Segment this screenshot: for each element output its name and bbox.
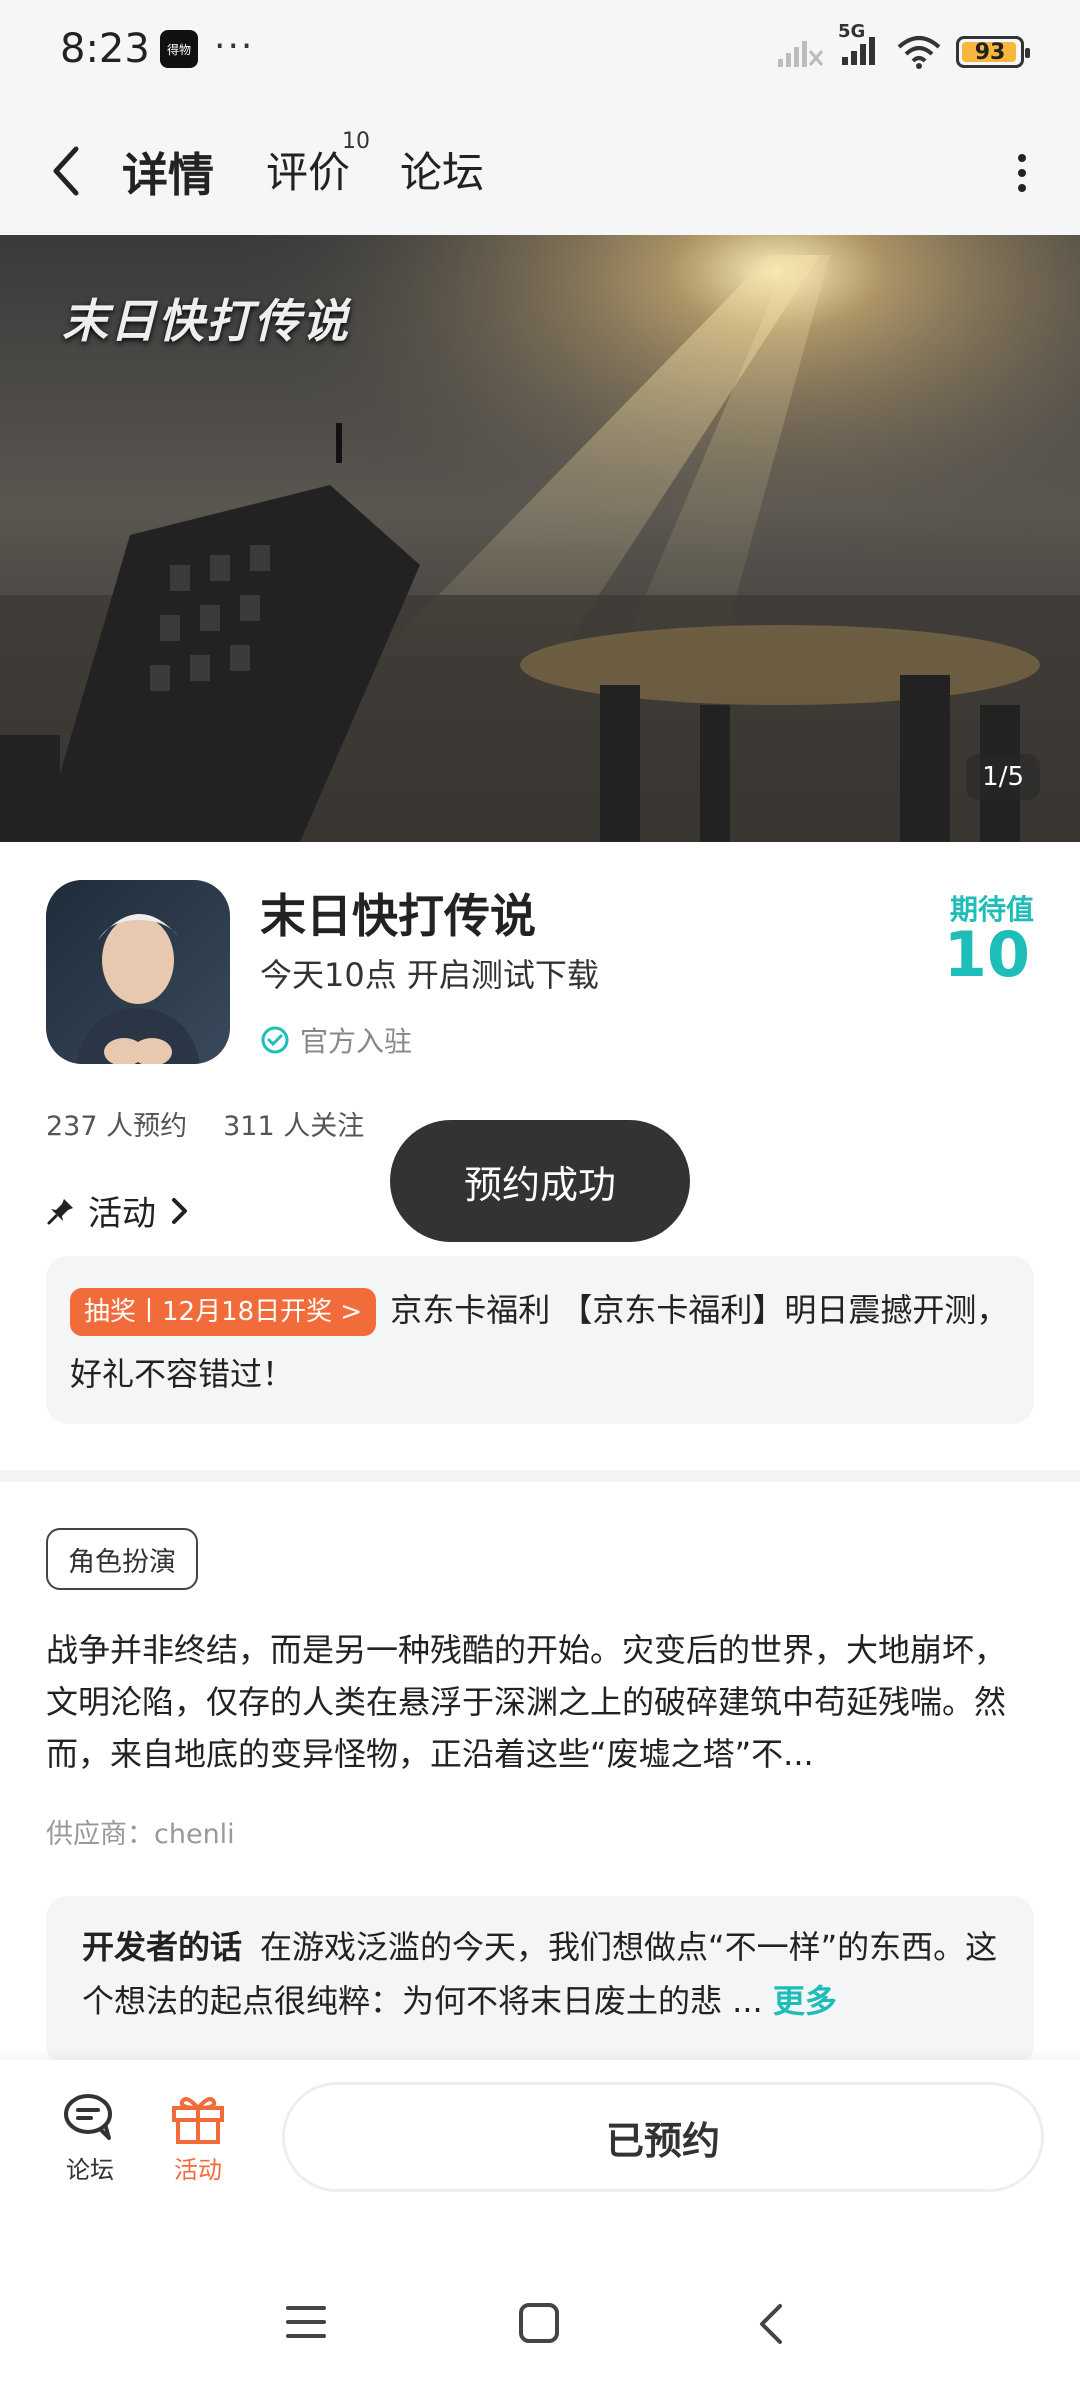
back-icon[interactable]	[48, 145, 88, 197]
battery-icon: 93	[956, 36, 1030, 68]
official-badge: 官方入驻	[260, 1020, 412, 1060]
expectation-value: 10	[943, 918, 1030, 991]
carousel-counter: 1/5	[966, 754, 1040, 800]
developer-notes[interactable]: 开发者的话 在游戏泛滥的今天，我们想做点“不一样”的东西。这个想法的起点很纯粹：为…	[46, 1896, 1034, 2066]
forum-button[interactable]: 论坛	[50, 2092, 130, 2185]
wifi-icon	[897, 36, 941, 69]
forum-label: 论坛	[66, 2156, 114, 2184]
tab-forum[interactable]: 论坛	[400, 139, 484, 200]
bottom-action-bar: 论坛 活动 已预约	[0, 2060, 1080, 2240]
home-icon[interactable]	[518, 2302, 560, 2344]
top-nav: 详情 评价 10 论坛	[0, 105, 1080, 235]
activity-tab-label: 活动	[174, 2156, 222, 2184]
app-title: 末日快打传说	[260, 889, 536, 943]
status-bar: 8:23 得物 ··· 5G 93	[0, 0, 1080, 105]
chevron-right-icon	[172, 1197, 187, 1224]
gift-icon	[172, 2097, 224, 2144]
follower-count: 311 人关注	[223, 1111, 365, 1142]
notification-app-icon: 得物	[160, 30, 198, 68]
chat-bubble-icon	[64, 2094, 112, 2140]
more-notifications-icon: ···	[214, 26, 255, 67]
section-divider	[0, 1470, 1080, 1482]
network-type: 5G	[838, 21, 866, 42]
system-navigation-bar	[0, 2240, 1080, 2401]
pin-icon	[47, 1198, 73, 1224]
supplier-info: 供应商：chenli	[46, 1819, 235, 1850]
tab-forum-label: 论坛	[400, 148, 485, 197]
cellular-5g-icon: 5G	[838, 21, 882, 69]
app-subtitle: 今天10点 开启测试下载	[260, 956, 599, 994]
status-time: 8:23	[60, 26, 150, 72]
toast-message: 预约成功	[390, 1120, 690, 1242]
banner-game-logo: 末日快打传说	[62, 294, 350, 348]
official-label: 官方入驻	[300, 1025, 413, 1058]
back-nav-icon[interactable]	[756, 2302, 788, 2346]
status-indicators: 5G 93	[778, 21, 1030, 72]
reservation-count: 237 人预约	[46, 1111, 188, 1142]
screenshot-carousel[interactable]: 末日快打传说 1/5	[0, 235, 1080, 842]
app-stats: 237 人预约 311 人关注	[46, 1104, 364, 1143]
activity-button[interactable]: 活动	[158, 2092, 238, 2185]
tab-details[interactable]: 详情	[120, 139, 218, 205]
check-circle-icon	[261, 1026, 289, 1054]
more-link[interactable]: 更多	[773, 1982, 837, 2020]
promo-card[interactable]: 抽奖丨12月18日开奖 > 京东卡福利 【京东卡福利】明日震撼开测，好礼不容错过！	[46, 1256, 1034, 1424]
tab-reviews[interactable]: 评价 10	[266, 129, 370, 200]
battery-level: 93	[974, 39, 1006, 65]
activity-label: 活动	[88, 1194, 156, 1234]
lottery-tag: 抽奖丨12月18日开奖 >	[70, 1288, 377, 1336]
more-options-icon[interactable]	[1016, 153, 1028, 193]
developer-notes-title: 开发者的话	[82, 1928, 243, 1966]
genre-tag[interactable]: 角色扮演	[46, 1528, 198, 1590]
game-description: 战争并非终结，而是另一种残酷的开始。灾变后的世界，大地崩坏，文明沦陷，仅存的人类…	[46, 1631, 1007, 1773]
signal-off-icon	[778, 41, 824, 67]
tab-reviews-label: 评价	[266, 148, 351, 197]
review-count-badge: 10	[342, 129, 370, 154]
tab-details-label: 详情	[122, 148, 214, 202]
app-icon	[46, 880, 230, 1064]
menu-icon[interactable]	[284, 2302, 328, 2342]
activity-link[interactable]: 活动	[46, 1186, 190, 1235]
reserved-button[interactable]: 已预约	[282, 2082, 1044, 2192]
